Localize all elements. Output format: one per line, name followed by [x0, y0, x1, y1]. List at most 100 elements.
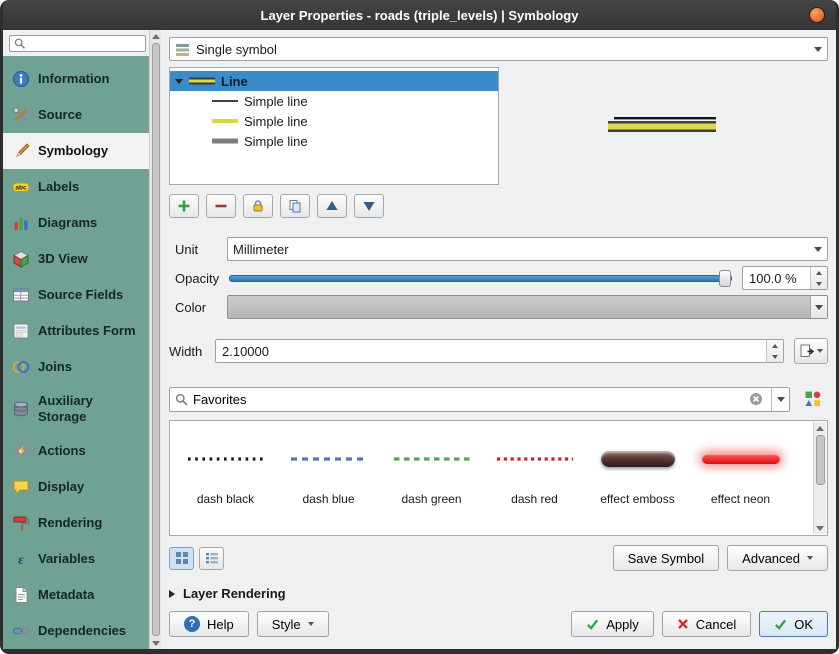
sidebar-scrollbar[interactable] [149, 30, 161, 649]
line-swatch-icon [212, 135, 238, 147]
sidebar-item-auxiliary-storage[interactable]: Auxiliary Storage [3, 385, 149, 433]
preset-effect-neon[interactable]: effect neon [689, 431, 792, 506]
sidebar-item-source-fields[interactable]: Source Fields [3, 277, 149, 313]
sidebar-item-joins[interactable]: Joins [3, 349, 149, 385]
renderer-combo[interactable]: Single symbol [169, 37, 828, 61]
preset-label: dash black [197, 492, 254, 506]
dash-line-icon [289, 454, 369, 464]
color-button[interactable] [227, 295, 828, 319]
renderer-value: Single symbol [196, 42, 277, 57]
slider-track[interactable] [229, 275, 732, 282]
scroll-down-icon[interactable] [150, 637, 161, 649]
help-button[interactable]: ? Help [169, 611, 249, 637]
opacity-spinbox[interactable]: 100.0 % [742, 266, 828, 290]
tree-item-simple-line-1[interactable]: Simple line [170, 91, 498, 111]
symbol-search-field[interactable] [169, 387, 790, 412]
cancel-button[interactable]: Cancel [662, 611, 751, 637]
lock-color-button[interactable] [243, 194, 273, 218]
spin-down-icon[interactable] [811, 278, 827, 289]
spin-down-icon[interactable] [767, 351, 783, 362]
sidebar-item-labels[interactable]: abc Labels [3, 169, 149, 205]
presets-scrollbar[interactable] [813, 422, 826, 534]
spin-up-icon[interactable] [811, 267, 827, 278]
advanced-button[interactable]: Advanced [727, 545, 828, 571]
svg-text:ε: ε [18, 553, 24, 568]
sidebar-item-diagrams[interactable]: Diagrams [3, 205, 149, 241]
preset-label: dash green [401, 492, 461, 506]
sidebar-item-display[interactable]: Display [3, 469, 149, 505]
layer-rendering-label: Layer Rendering [183, 586, 286, 601]
scrollbar-thumb[interactable] [152, 43, 160, 636]
remove-symbol-layer-button[interactable] [206, 194, 236, 218]
sidebar-item-actions[interactable]: Actions [3, 433, 149, 469]
emboss-line-icon [601, 451, 675, 467]
sidebar-item-symbology[interactable]: Symbology [3, 133, 149, 169]
sidebar-item-attributes-form[interactable]: Attributes Form [3, 313, 149, 349]
window-title: Layer Properties - roads (triple_levels)… [261, 8, 579, 23]
move-down-button[interactable] [354, 194, 384, 218]
clear-search-icon[interactable] [749, 392, 763, 406]
tree-item-label: Simple line [244, 114, 308, 129]
save-symbol-button[interactable]: Save Symbol [613, 545, 720, 571]
symbol-search-input[interactable] [193, 392, 744, 407]
preset-dash-black[interactable]: dash black [174, 431, 277, 506]
chevron-down-icon [814, 247, 822, 252]
save-symbol-label: Save Symbol [628, 551, 705, 566]
sidebar-item-variables[interactable]: ε Variables [3, 541, 149, 577]
tree-item-simple-line-3[interactable]: Simple line [170, 131, 498, 151]
unit-combo[interactable]: Millimeter [227, 237, 828, 261]
collapsed-arrow-icon [169, 590, 175, 598]
style-button[interactable]: Style [257, 611, 329, 637]
scroll-up-icon[interactable] [814, 422, 826, 434]
duplicate-symbol-layer-button[interactable] [280, 194, 310, 218]
ok-button[interactable]: OK [759, 611, 828, 637]
sidebar-search[interactable] [9, 35, 146, 52]
width-spinbox[interactable]: 2.10000 [215, 339, 784, 363]
scroll-down-icon[interactable] [814, 522, 826, 534]
sidebar-item-label: Attributes Form [38, 323, 136, 339]
add-symbol-layer-button[interactable] [169, 194, 199, 218]
opacity-slider[interactable] [227, 267, 734, 289]
tree-item-line[interactable]: Line [170, 71, 498, 91]
scroll-up-icon[interactable] [150, 30, 161, 42]
sidebar-item-rendering[interactable]: Rendering [3, 505, 149, 541]
sidebar-item-source[interactable]: Source [3, 97, 149, 133]
sidebar-item-information[interactable]: Information [3, 61, 149, 97]
preset-dash-blue[interactable]: dash blue [277, 431, 380, 506]
sidebar-item-dependencies[interactable]: Dependencies [3, 613, 149, 649]
chevron-down-icon[interactable] [771, 388, 789, 411]
apply-button[interactable]: Apply [571, 611, 654, 637]
spin-up-icon[interactable] [767, 340, 783, 351]
advanced-label: Advanced [742, 551, 800, 566]
style-manager-button[interactable] [798, 386, 828, 412]
sidebar-search-input[interactable] [29, 37, 141, 51]
chart-icon [11, 213, 31, 233]
road-symbol-preview-icon [608, 116, 720, 136]
sidebar-item-3d-view[interactable]: 3D View [3, 241, 149, 277]
chevron-down-icon[interactable] [810, 296, 827, 318]
move-up-button[interactable] [317, 194, 347, 218]
preset-dash-green[interactable]: dash green [380, 431, 483, 506]
expander-icon[interactable] [175, 79, 183, 84]
icon-view-button[interactable] [169, 547, 194, 570]
titlebar[interactable]: Layer Properties - roads (triple_levels)… [3, 0, 836, 30]
list-view-button[interactable] [199, 547, 224, 570]
line-swatch-icon [212, 115, 238, 127]
spinner-arrows [766, 340, 783, 362]
preset-label: dash blue [302, 492, 354, 506]
preset-effect-emboss[interactable]: effect emboss [586, 431, 689, 506]
paintbrush-icon [11, 141, 31, 161]
tree-item-simple-line-2[interactable]: Simple line [170, 111, 498, 131]
data-defined-override-button[interactable] [794, 338, 828, 364]
layer-rendering-section[interactable]: Layer Rendering [169, 586, 828, 601]
sidebar-item-metadata[interactable]: Metadata [3, 577, 149, 613]
scrollbar-thumb[interactable] [816, 435, 825, 485]
preset-dash-red[interactable]: dash red [483, 431, 586, 506]
close-button[interactable] [809, 7, 825, 23]
tree-item-label: Simple line [244, 134, 308, 149]
sidebar-item-label: Source [38, 107, 82, 123]
tree-item-label: Line [221, 74, 248, 89]
slider-handle[interactable] [719, 270, 731, 287]
sidebar-item-label: Display [38, 479, 84, 495]
search-icon [175, 393, 188, 406]
